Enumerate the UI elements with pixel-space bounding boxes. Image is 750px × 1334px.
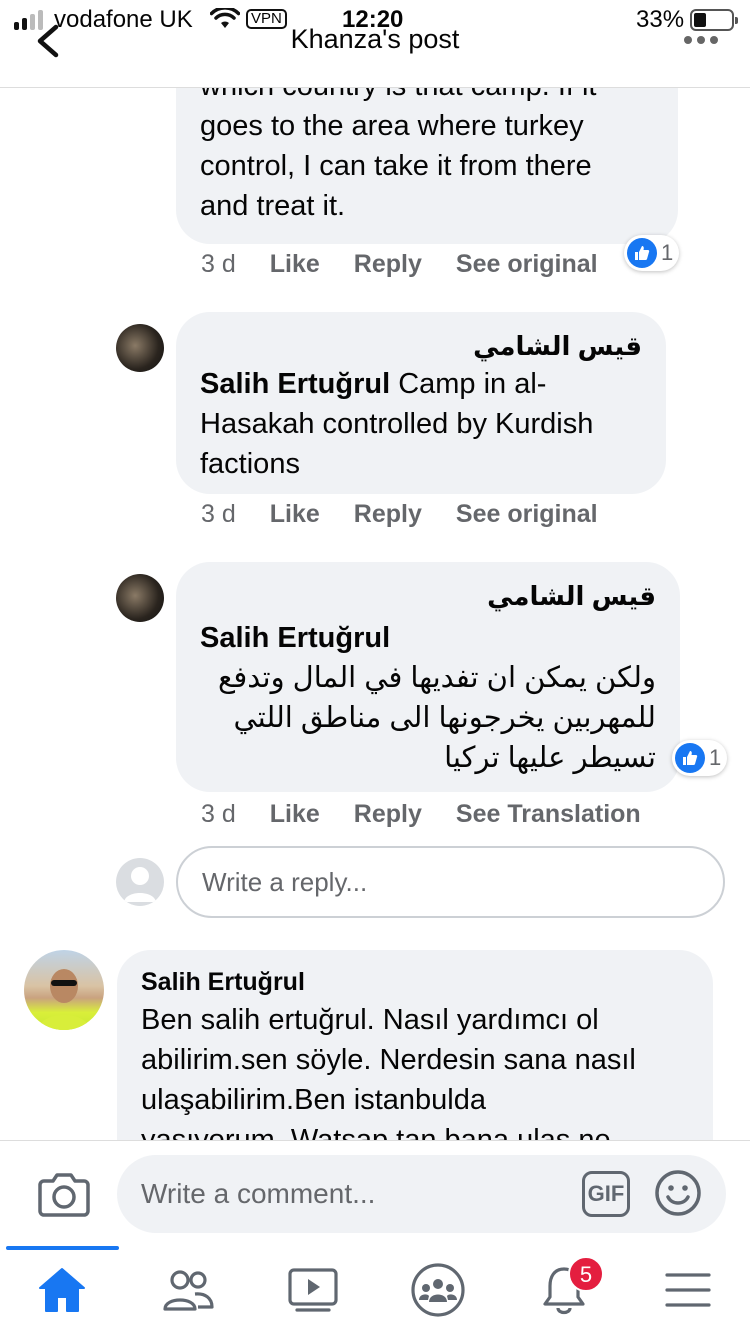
reaction-number: 1 <box>709 745 722 770</box>
camera-icon[interactable] <box>38 1171 90 1217</box>
gif-button[interactable]: GIF <box>582 1171 630 1217</box>
tab-friends[interactable] <box>158 1260 218 1320</box>
comment-time: 3 d <box>201 500 236 528</box>
menu-icon <box>665 1273 711 1307</box>
reaction-count[interactable]: 1 <box>624 235 680 271</box>
reply-link[interactable]: Reply <box>354 800 422 829</box>
reply-link[interactable]: Reply <box>354 500 422 529</box>
like-link[interactable]: Like <box>270 500 320 529</box>
like-reaction-icon <box>627 238 657 268</box>
comment-text-line: yaşıyorum. Watsap tan bana ulaş ne <box>141 1124 611 1140</box>
comment-author[interactable]: قيس الشامي <box>200 578 656 614</box>
mention-link[interactable]: Salih Ertuğrul <box>200 618 656 658</box>
comment-text-line: Ben salih ertuğrul. Nasıl yardımcı ol <box>141 1004 599 1036</box>
comment-actions: 3 d Like Reply See original <box>201 500 598 529</box>
see-original-link[interactable]: See original <box>456 500 598 529</box>
reaction-number: 1 <box>661 240 674 265</box>
comment-text-line: Hasakah controlled by Kurdish <box>200 408 594 440</box>
comment-author[interactable]: قيس الشامي <box>200 328 642 364</box>
comment-time: 3 d <box>201 800 236 828</box>
tab-groups[interactable] <box>408 1260 468 1320</box>
avatar[interactable] <box>116 574 164 622</box>
comment-author[interactable]: Salih Ertuğrul <box>141 964 689 1000</box>
watch-icon <box>288 1268 338 1312</box>
comment-text-line: factions <box>200 448 300 480</box>
tab-home[interactable] <box>32 1260 92 1320</box>
more-options-icon[interactable] <box>684 36 718 44</box>
friends-icon <box>163 1270 214 1311</box>
page-title: Khanza's post <box>290 24 460 54</box>
like-link[interactable]: Like <box>270 800 320 829</box>
avatar[interactable] <box>116 324 164 372</box>
user-avatar <box>116 858 164 906</box>
comment-composer: Write a comment... GIF <box>0 1140 750 1246</box>
groups-icon <box>411 1263 465 1317</box>
comment-text-line: Camp in al- <box>390 368 547 400</box>
like-link[interactable]: Like <box>270 250 320 279</box>
comment-text-line: abilirim.sen söyle. Nerdesin sana nasıl <box>141 1044 636 1076</box>
comment-bubble: قيس الشامي Salih Ertuğrul ولكن يمكن ان ت… <box>176 562 680 792</box>
comment-bubble: Salih Ertuğrul Ben salih ertuğrul. Nasıl… <box>117 950 713 1140</box>
comment-text-line: and treat it. <box>200 190 346 222</box>
comment-input[interactable]: Write a comment... <box>117 1155 726 1233</box>
comment-text-line: للمهربين يخرجونها الى مناطق اللتي <box>233 702 656 734</box>
active-tab-indicator <box>6 1246 119 1250</box>
avatar[interactable] <box>24 950 104 1030</box>
comment-actions: 3 d Like Reply See Translation <box>201 800 641 829</box>
comment-text-line: ولكن يمكن ان تفديها في المال وتدفع <box>218 662 656 694</box>
comment-bubble: قيس الشامي Salih Ertuğrul Camp in al- Ha… <box>176 312 666 494</box>
comment-actions: 3 d Like Reply See original <box>201 250 598 279</box>
comment-text-line: control, I can take it from there <box>200 150 592 182</box>
tab-watch[interactable] <box>283 1260 343 1320</box>
reply-input[interactable]: Write a reply... <box>176 846 725 918</box>
comment-text-line: goes to the area where turkey <box>200 110 584 142</box>
default-avatar-icon <box>124 867 156 902</box>
comment-text-line: تسيطر عليها تركيا <box>444 742 656 774</box>
comment-text-line: ulaşabilirim.Ben istanbulda <box>141 1084 486 1116</box>
comments-feed[interactable]: which country is that camp. If it goes t… <box>0 88 750 1140</box>
reply-link[interactable]: Reply <box>354 250 422 279</box>
mention-link[interactable]: Salih Ertuğrul <box>200 368 390 400</box>
emoji-icon[interactable] <box>654 1169 702 1217</box>
comment-bubble: which country is that camp. If it goes t… <box>176 88 678 244</box>
reaction-count[interactable]: 1 <box>672 740 728 776</box>
see-original-link[interactable]: See original <box>456 250 598 279</box>
notification-badge: 5 <box>568 1256 604 1292</box>
bottom-tab-bar: 5 <box>0 1246 750 1334</box>
profile-photo <box>38 969 90 1030</box>
home-icon <box>39 1268 85 1312</box>
comment-time: 3 d <box>201 250 236 278</box>
like-reaction-icon <box>675 743 705 773</box>
tab-menu[interactable] <box>658 1260 718 1320</box>
see-translation-link[interactable]: See Translation <box>456 800 641 829</box>
comment-text-line: which country is that camp. If it <box>200 88 654 106</box>
